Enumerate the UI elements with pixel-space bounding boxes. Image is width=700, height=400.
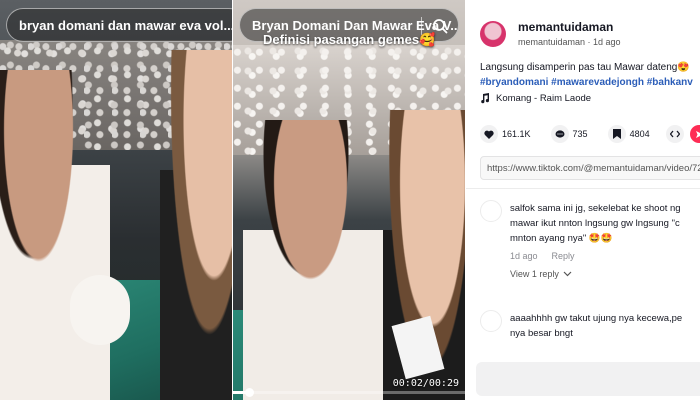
author-row[interactable]: memantuidaman memantuidaman · 1d ago [480,20,621,47]
comment-text-line: aaaahhhh gw takut ujung nya kecewa,pe [510,313,683,324]
view-replies-label: View 1 reply [510,269,559,279]
like-count: 161.1K [502,129,531,139]
bookmark-icon[interactable] [607,125,626,143]
caption-text: Langsung disamperin pas tau Mawar dateng… [480,62,690,73]
author-subline: memantuidaman · 1d ago [518,37,621,47]
comment-text-line: salfok sama ini jg, sekelebat ke shoot n… [510,203,681,214]
avatar[interactable] [480,20,506,47]
divider [466,188,700,189]
commenter-avatar[interactable] [480,200,502,222]
sound-name: Komang - Raim Laode [496,93,592,104]
search-query: bryan domani dan mawar eva vol... [19,17,232,33]
share-icons [666,125,700,143]
embed-icon[interactable] [666,125,684,143]
video-caption: Definisi pasangan gemes🥰 [263,32,436,47]
like-stat[interactable]: 161.1K [480,125,531,143]
music-note-icon [481,93,490,104]
post-details-panel: memantuidaman memantuidaman · 1d ago Lan… [466,0,700,400]
video-url-field[interactable]: https://www.tiktok.com/@memantuidaman/vi… [480,156,700,180]
commenter-avatar[interactable] [480,310,502,332]
sound-row[interactable]: Komang - Raim Laode [480,93,591,104]
comment-time: 1d ago [510,251,538,261]
video-still-left: bryan domani dan mawar eva vol... [0,0,232,400]
heart-icon[interactable] [480,125,498,143]
video-progress-bar[interactable] [233,388,465,397]
comment-stat[interactable]: 735 [550,125,588,143]
stats-row: 161.1K 735 4804 [480,125,670,143]
man-figure [243,120,393,400]
comment-count: 735 [572,129,588,139]
comment-text-line: mnton ayang nya" 🤩🤩 [510,233,613,244]
comment-text-line: mawar ikut nnton lngsung gw lngsung "c [510,218,680,229]
bandaged-hand [70,275,130,345]
save-stat[interactable]: 4804 [607,125,650,143]
comment-text-line: nya besar bngt [510,328,573,339]
comment-input-area[interactable] [476,362,700,396]
time-readout: 00:02/00:29 [392,378,459,389]
search-bar[interactable]: bryan domani dan mawar eva vol... [6,8,232,42]
hashtags[interactable]: #bryandomani #mawarevadejongh #bahkanv [480,75,700,90]
reply-button[interactable]: Reply [552,251,575,261]
view-replies-button[interactable]: View 1 reply [510,269,700,279]
woman-figure [160,50,232,400]
author-username[interactable]: memantuidaman [518,20,621,34]
man-figure [0,70,110,400]
post-caption: Langsung disamperin pas tau Mawar dateng… [480,60,700,90]
save-count: 4804 [629,129,650,139]
video-still-middle: Bryan Domani Dan Mawar Eva V... Definisi… [233,0,465,400]
chevron-down-icon [563,271,572,277]
send-icon[interactable] [690,125,700,143]
comment-icon[interactable] [550,125,569,143]
